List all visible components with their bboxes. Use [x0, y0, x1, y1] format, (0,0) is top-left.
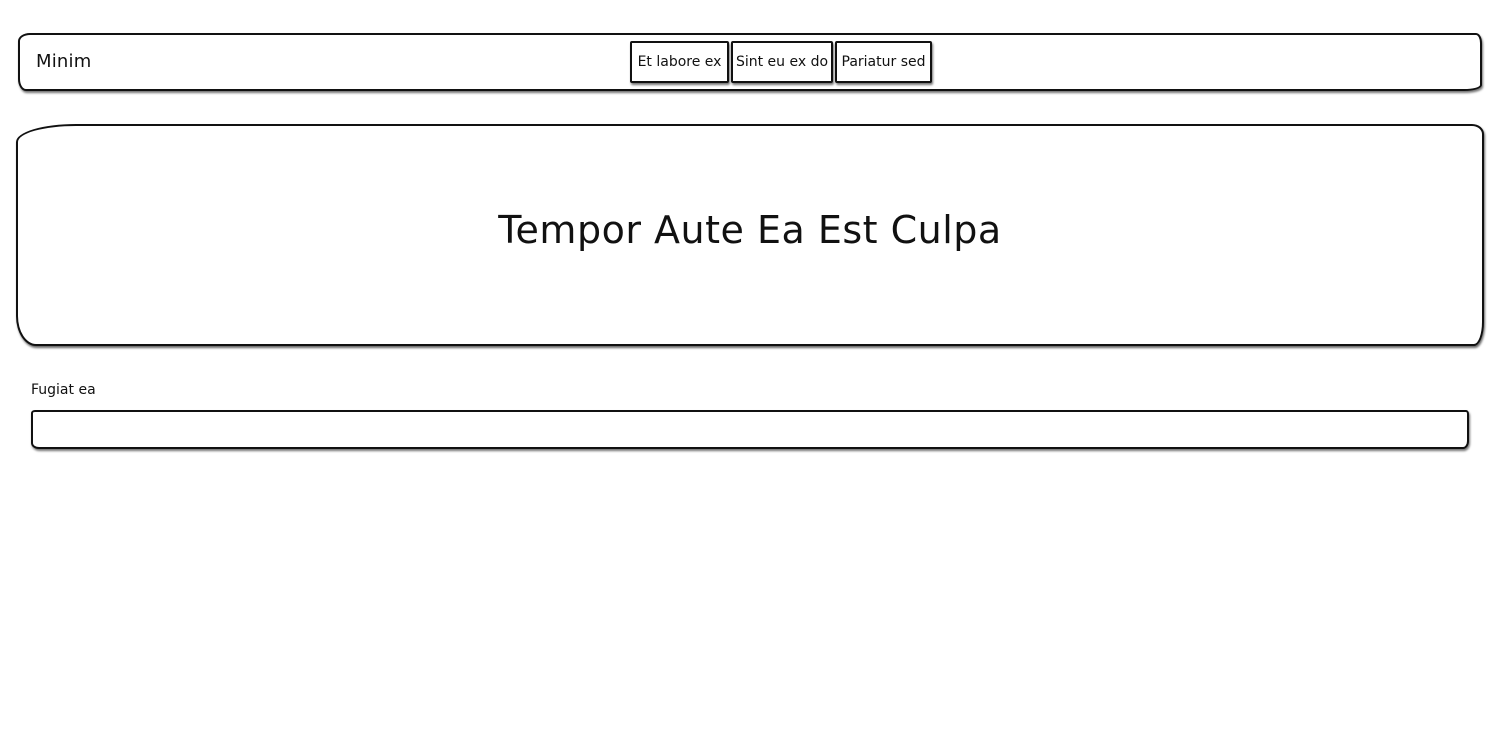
- field-label: Fugiat ea: [31, 382, 96, 398]
- nav-link-sint-eu-ex-do[interactable]: Sint eu ex do: [731, 41, 833, 83]
- nav-links: Et labore ex Sint eu ex do Pariatur sed: [630, 41, 932, 83]
- hero-banner: Tempor Aute Ea Est Culpa: [16, 124, 1484, 346]
- page: Minim Et labore ex Sint eu ex do Pariatu…: [0, 0, 1500, 752]
- text-input-field[interactable]: [31, 410, 1469, 449]
- top-navbar: Minim Et labore ex Sint eu ex do Pariatu…: [18, 33, 1482, 91]
- nav-link-pariatur-sed[interactable]: Pariatur sed: [835, 41, 932, 83]
- hero-title: Tempor Aute Ea Est Culpa: [498, 208, 1002, 252]
- nav-link-et-labore-ex[interactable]: Et labore ex: [630, 41, 729, 83]
- brand-name[interactable]: Minim: [36, 51, 91, 72]
